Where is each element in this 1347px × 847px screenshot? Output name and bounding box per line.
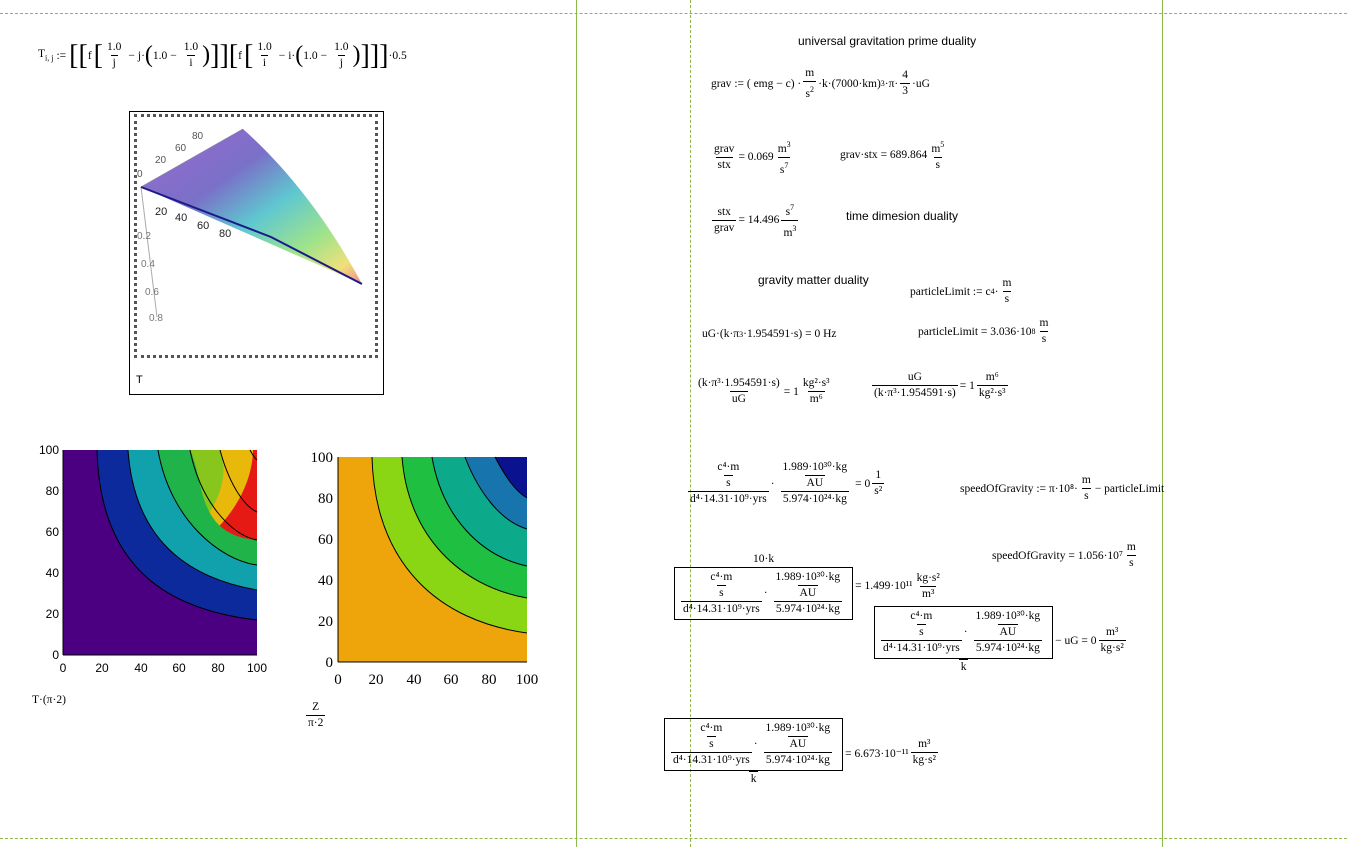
c2-xtick-60: 60	[444, 672, 459, 688]
eq-stx-over-grav[interactable]: stx grav = 14.496 s7 m3	[710, 200, 800, 241]
heading-time-duality: time dimesion duality	[846, 209, 959, 223]
c1-xtick-60: 60	[172, 661, 186, 675]
c1-ytick-20: 20	[46, 607, 60, 621]
eq-grav-definition[interactable]: grav := ( emg − c) · m s2 ·k·(7000·km) 3 ·…	[711, 66, 930, 102]
c2-ytick-100: 100	[311, 450, 334, 466]
eq-speed-of-gravity-definition[interactable]: speedOfGravity := π·10⁸· ms − particleLi…	[960, 473, 1164, 504]
c1-ytick-100: 100	[39, 443, 59, 457]
c2-xtick-80: 80	[482, 672, 497, 688]
heading-matter-duality: gravity matter duality	[758, 273, 869, 287]
eq-big-3[interactable]: c⁴·m s d⁴·14.31·10⁹·yrs · 1.989·10³⁰·kg AU 5…	[872, 606, 1128, 675]
c1-ytick-0: 0	[52, 648, 59, 662]
tick-z-08: 0.8	[149, 313, 163, 324]
c2-ytick-80: 80	[318, 491, 333, 507]
c2-ytick-40: 40	[318, 573, 333, 589]
tick-front-80: 80	[219, 228, 231, 240]
eq-big-1[interactable]: c⁴·m s d⁴·14.31·10⁹·yrs · 1.989·10³⁰·kg AU…	[686, 460, 886, 507]
tick-back-20: 20	[155, 155, 167, 166]
contour-plot-1-label: T·(π·2)	[32, 694, 66, 706]
tick-front-20: 20	[155, 206, 167, 218]
c1-xtick-80: 80	[211, 661, 225, 675]
page-guide-top	[0, 13, 1347, 14]
tick-front-40: 40	[175, 212, 187, 224]
tick-z-04: 0.4	[141, 259, 155, 270]
contour-plot-2-label: Zπ·2	[306, 701, 326, 729]
surface-plot-area[interactable]: 80 60 20 0 20 40 60 80 0.2 0.4 0.6 0.8	[134, 114, 378, 358]
eq-ratio-1[interactable]: (k·π³·1.954591·s) uG = 1 kg²·s³ m⁶	[694, 376, 834, 407]
surface-plot-svg: 80 60 20 0 20 40 60 80 0.2 0.4 0.6 0.8	[137, 128, 363, 324]
tick-z-02: 0.2	[137, 231, 151, 242]
eq-particle-limit-value[interactable]: particleLimit = 3.036·10 8 ms	[918, 316, 1052, 347]
c1-xtick-100: 100	[247, 661, 267, 675]
c2-xtick-40: 40	[407, 672, 422, 688]
surface-plot-label: T	[136, 374, 143, 386]
eq-grav-over-stx[interactable]: grav stx = 0.069 m3 s7	[710, 137, 795, 178]
heading-prime-duality: universal gravitation prime duality	[798, 34, 977, 48]
eq-grav-times-stx[interactable]: grav·stx = 689.864 m5 s	[840, 137, 948, 173]
contour-plot-1-svg: 0 20 40 60 80 100 0 20 40 60 80 100	[39, 443, 267, 675]
eq-ratio-2[interactable]: uG (k·π³·1.954591·s) = 1 m⁶ kg²·s³	[870, 370, 1010, 401]
contour-plot-2[interactable]: 0 20 40 60 80 100 0 20 40 60 80 100	[300, 446, 550, 696]
c2-xtick-100: 100	[516, 672, 539, 688]
c1-ytick-60: 60	[46, 525, 60, 539]
contour-plot-1[interactable]: 0 20 40 60 80 100 0 20 40 60 80 100	[30, 440, 270, 680]
t-definition[interactable]: Ti, j := [ [ f [ 1.0 j − j · ( 1.0 − 1.0 i …	[38, 40, 407, 71]
c1-xtick-20: 20	[95, 661, 109, 675]
tick-back-80: 80	[192, 131, 204, 142]
c2-ytick-60: 60	[318, 532, 333, 548]
page-guide-bottom	[0, 838, 1347, 839]
c1-ytick-80: 80	[46, 484, 60, 498]
c1-xtick-0: 0	[60, 661, 67, 675]
c2-xtick-0: 0	[334, 672, 342, 688]
c1-ytick-40: 40	[46, 566, 60, 580]
eq-speed-of-gravity-value[interactable]: speedOfGravity = 1.056·10⁷ ms	[992, 540, 1140, 571]
surface-plot[interactable]: 80 60 20 0 20 40 60 80 0.2 0.4 0.6 0.8 T	[129, 111, 384, 395]
c2-xtick-20: 20	[369, 672, 384, 688]
tick-back-0: 0	[137, 169, 143, 180]
tick-front-60: 60	[197, 220, 209, 232]
c1-xtick-40: 40	[134, 661, 148, 675]
page-guide-left	[576, 0, 577, 847]
contour-plot-2-svg: 0 20 40 60 80 100 0 20 40 60 80 100	[311, 450, 539, 688]
tick-back-60: 60	[175, 143, 187, 154]
c2-ytick-0: 0	[326, 655, 334, 671]
tick-z-06: 0.6	[145, 287, 159, 298]
eq-particle-limit-definition[interactable]: particleLimit := c 4 · ms	[910, 276, 1015, 307]
c2-ytick-20: 20	[318, 614, 333, 630]
page-guide-right	[1162, 0, 1163, 847]
eq-ug-hz[interactable]: uG·(k·π 3 ·1.954591·s) = 0 Hz	[702, 328, 836, 340]
eq-big-4[interactable]: c⁴·m s d⁴·14.31·10⁹·yrs · 1.989·10³⁰·kg AU 5…	[662, 718, 940, 787]
